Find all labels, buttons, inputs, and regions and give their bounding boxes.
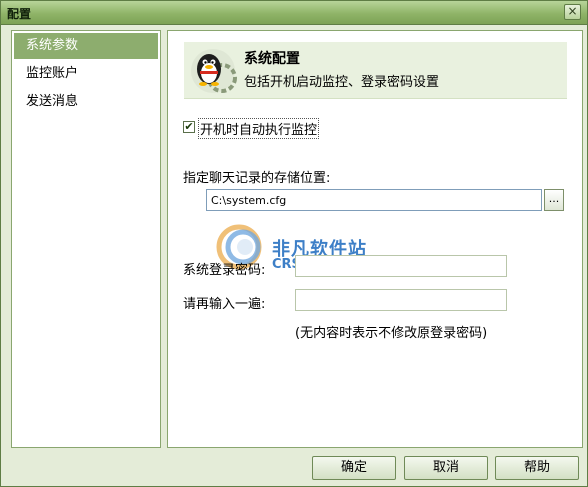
autostart-checkbox[interactable]: ✔ <box>183 121 195 133</box>
close-button[interactable]: × <box>564 4 581 20</box>
section-header: 系统配置 包括开机启动监控、登录密码设置 <box>184 42 567 99</box>
password-hint: (无内容时表示不修改原登录密码) <box>295 326 488 341</box>
browse-button[interactable]: ... <box>544 189 564 211</box>
section-subtitle: 包括开机启动监控、登录密码设置 <box>244 75 440 90</box>
confirm-password-input[interactable] <box>295 289 507 311</box>
section-title: 系统配置 <box>244 51 300 67</box>
cancel-button[interactable]: 取消 <box>404 456 488 480</box>
ok-button[interactable]: 确定 <box>312 456 396 480</box>
window-title: 配置 <box>7 7 32 21</box>
password-label: 系统登录密码: <box>183 263 266 278</box>
sidebar-item-system-params[interactable]: 系统参数 <box>14 33 158 59</box>
title-bar[interactable]: 配置 × <box>1 1 587 25</box>
help-button[interactable]: 帮助 <box>495 456 579 480</box>
autostart-label[interactable]: 开机时自动执行监控 <box>198 118 320 139</box>
sidebar: 系统参数 监控账户 发送消息 <box>11 30 161 448</box>
sidebar-item-send-message[interactable]: 发送消息 <box>14 89 158 115</box>
password-input[interactable] <box>295 255 507 277</box>
content-panel: 系统配置 包括开机启动监控、登录密码设置 ✔ 开机时自动执行监控 指定聊天记录的… <box>167 30 583 448</box>
sidebar-item-monitor-accounts[interactable]: 监控账户 <box>14 61 158 87</box>
confirm-password-label: 请再输入一遍: <box>183 297 266 312</box>
qq-penguin-icon <box>191 49 237 93</box>
config-dialog: 配置 × 系统参数 监控账户 发送消息 系统配置 包括开机启动监控、登录密码设置… <box>0 0 588 487</box>
storage-path-input[interactable] <box>206 189 542 211</box>
storage-label: 指定聊天记录的存储位置: <box>183 171 331 186</box>
